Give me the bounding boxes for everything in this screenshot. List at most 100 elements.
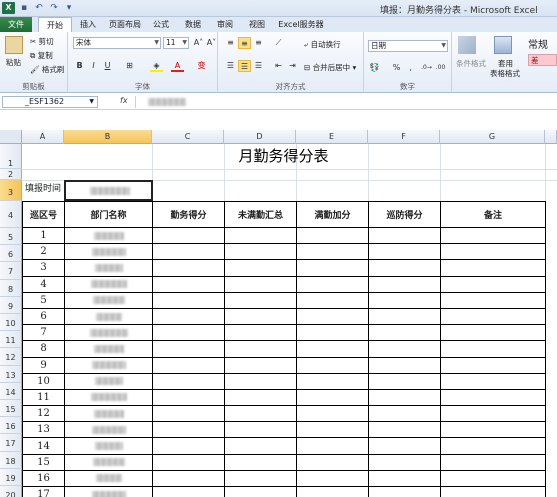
not-full-summary-cell[interactable]	[224, 307, 297, 326]
zone-number-cell[interactable]: 6	[22, 307, 65, 326]
remarks-cell[interactable]	[440, 437, 546, 455]
remarks-cell[interactable]	[440, 243, 546, 261]
row-header[interactable]: 9	[0, 296, 22, 314]
row-header[interactable]: 3	[0, 180, 22, 201]
undo-icon[interactable]: ↶	[33, 2, 45, 14]
merge-center-button[interactable]: ⊟ 合并后居中 ▾	[304, 62, 356, 73]
column-header-a[interactable]: A	[22, 130, 64, 144]
redo-icon[interactable]: ↷	[48, 2, 60, 14]
zone-number-cell[interactable]: 14	[22, 437, 65, 455]
department-cell[interactable]	[64, 324, 153, 342]
increase-decimal-icon[interactable]: .0→	[420, 62, 433, 74]
patrol-score-cell[interactable]	[368, 340, 441, 358]
not-full-summary-cell[interactable]	[224, 485, 297, 497]
select-all-corner[interactable]	[0, 130, 22, 144]
percent-button[interactable]: %	[390, 62, 403, 74]
borders-icon[interactable]: ⊞	[123, 60, 136, 72]
tab-formulas[interactable]: 公式	[150, 17, 172, 32]
remarks-cell[interactable]	[440, 226, 546, 245]
align-center-icon[interactable]: ☰	[238, 60, 251, 72]
row-header[interactable]: 20	[0, 486, 22, 497]
zone-number-cell[interactable]: 11	[22, 388, 65, 407]
tab-file[interactable]: 文件	[0, 17, 32, 32]
currency-icon[interactable]: 💱	[368, 62, 381, 74]
department-cell[interactable]	[64, 275, 153, 293]
full-attendance-bonus-cell[interactable]	[296, 291, 369, 309]
increase-indent-icon[interactable]: ⇥	[286, 60, 299, 72]
full-attendance-bonus-cell[interactable]	[296, 275, 369, 293]
cut-button[interactable]: ✂ 剪切	[30, 36, 54, 47]
zone-number-cell[interactable]: 16	[22, 469, 65, 488]
row-header[interactable]: 8	[0, 279, 22, 297]
department-cell[interactable]	[64, 291, 153, 309]
not-full-summary-cell[interactable]	[224, 340, 297, 358]
save-icon[interactable]: ▪	[18, 2, 30, 14]
paste-icon[interactable]	[5, 36, 23, 54]
patrol-score-cell[interactable]	[368, 485, 441, 497]
duty-score-cell[interactable]	[152, 453, 225, 471]
duty-score-cell[interactable]	[152, 437, 225, 455]
remarks-cell[interactable]	[440, 453, 546, 471]
row-header[interactable]: 12	[0, 348, 22, 366]
align-top-icon[interactable]: ≡	[224, 37, 237, 49]
patrol-score-cell[interactable]	[368, 356, 441, 374]
insert-function-icon[interactable]: fx	[120, 96, 128, 105]
patrol-score-cell[interactable]	[368, 405, 441, 423]
row-header[interactable]: 5	[0, 228, 22, 246]
tab-excel-server[interactable]: Excel服务器	[278, 17, 324, 32]
remarks-cell[interactable]	[440, 275, 546, 293]
column-header-g[interactable]: G	[440, 130, 545, 144]
full-attendance-bonus-cell[interactable]	[296, 388, 369, 407]
not-full-summary-cell[interactable]	[224, 291, 297, 309]
worksheet-grid[interactable]: A B C D E F G 1 2 3 4 5 6 7 8 9 10 11 12 13 14 15 1…	[0, 130, 557, 497]
zone-number-cell[interactable]: 5	[22, 291, 65, 309]
zone-number-cell[interactable]: 13	[22, 421, 65, 439]
full-attendance-bonus-cell[interactable]	[296, 485, 369, 497]
full-attendance-bonus-cell[interactable]	[296, 469, 369, 488]
duty-score-cell[interactable]	[152, 324, 225, 342]
row-header[interactable]: 17	[0, 434, 22, 452]
zone-number-cell[interactable]: 3	[22, 259, 65, 277]
patrol-score-cell[interactable]	[368, 437, 441, 455]
conditional-format-button[interactable]: 条件格式	[456, 58, 486, 69]
duty-score-cell[interactable]	[152, 388, 225, 407]
patrol-score-cell[interactable]	[368, 275, 441, 293]
not-full-summary-cell[interactable]	[224, 469, 297, 488]
full-attendance-bonus-cell[interactable]	[296, 453, 369, 471]
full-attendance-bonus-cell[interactable]	[296, 405, 369, 423]
department-cell[interactable]	[64, 388, 153, 407]
tab-home[interactable]: 开始	[38, 17, 72, 32]
name-box[interactable]: _ESF1362 ▼	[2, 96, 98, 108]
zone-number-cell[interactable]: 2	[22, 243, 65, 261]
wrap-text-button[interactable]: ⤶ 自动换行	[304, 39, 341, 50]
not-full-summary-cell[interactable]	[224, 388, 297, 407]
department-cell[interactable]	[64, 226, 153, 245]
font-name-combo[interactable]: 宋体 ▼	[73, 37, 161, 49]
column-header-d[interactable]: D	[224, 130, 296, 144]
patrol-score-cell[interactable]	[368, 372, 441, 390]
department-cell[interactable]	[64, 437, 153, 455]
remarks-cell[interactable]	[440, 421, 546, 439]
full-attendance-bonus-cell[interactable]	[296, 226, 369, 245]
row-header[interactable]: 11	[0, 331, 22, 349]
duty-score-cell[interactable]	[152, 259, 225, 277]
format-painter-button[interactable]: 🖌 格式刷	[30, 64, 64, 75]
remarks-cell[interactable]	[440, 372, 546, 390]
full-attendance-bonus-cell[interactable]	[296, 437, 369, 455]
align-left-icon[interactable]: ☰	[224, 60, 237, 72]
remarks-cell[interactable]	[440, 259, 546, 277]
duty-score-cell[interactable]	[152, 307, 225, 326]
department-cell[interactable]	[64, 421, 153, 439]
conditional-format-icon[interactable]	[458, 36, 476, 54]
copy-button[interactable]: ⧉ 复制	[30, 50, 53, 61]
department-cell[interactable]	[64, 469, 153, 488]
underline-button[interactable]: U	[101, 60, 114, 72]
tab-insert[interactable]: 插入	[76, 17, 100, 32]
bold-button[interactable]: B	[73, 60, 86, 72]
orientation-icon[interactable]: ⟋	[272, 37, 285, 49]
column-header-h[interactable]	[545, 130, 557, 144]
duty-score-cell[interactable]	[152, 340, 225, 358]
not-full-summary-cell[interactable]	[224, 226, 297, 245]
patrol-score-cell[interactable]	[368, 388, 441, 407]
remarks-cell[interactable]	[440, 324, 546, 342]
